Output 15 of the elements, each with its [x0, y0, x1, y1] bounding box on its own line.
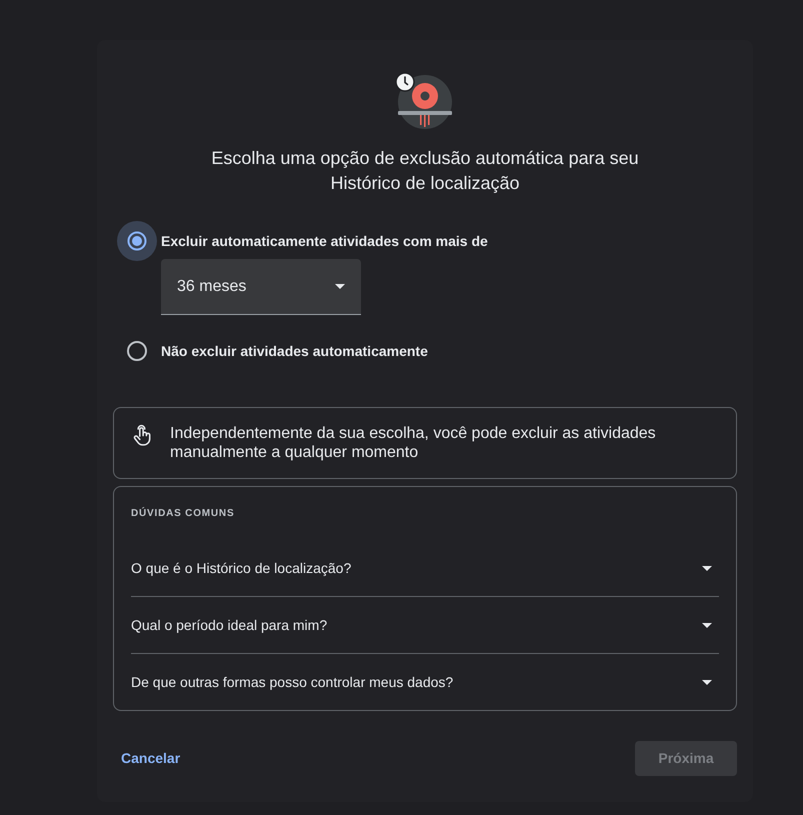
pointing-hand-icon — [132, 424, 152, 446]
radio-button[interactable] — [117, 221, 157, 261]
faq-heading: DÚVIDAS COMUNS — [131, 506, 236, 521]
faq-question[interactable]: O que é o Histórico de localização? — [131, 540, 719, 596]
option-label[interactable]: Excluir automaticamente atividades com mais de — [161, 231, 488, 251]
cancel-button[interactable]: Cancelar — [113, 742, 188, 775]
location-history-drawing — [395, 72, 455, 132]
dialog-title: Escolha uma opção de exclusão automática para seu Histórico de localização — [210, 147, 640, 195]
notice-text: Independentemente da sua escolha, você pode excluir as atividades manualmente a qualquer momento — [170, 424, 657, 462]
dropdown-field[interactable]: 36 meses — [161, 259, 361, 315]
faq-question[interactable]: Qual o período ideal para mim? — [131, 597, 719, 653]
option-label[interactable]: Não excluir atividades automaticamente — [161, 341, 428, 361]
radio-button[interactable] — [127, 341, 147, 361]
caret-icon — [335, 284, 345, 289]
faq-question[interactable]: De que outras formas posso controlar meus dados? — [131, 654, 719, 710]
